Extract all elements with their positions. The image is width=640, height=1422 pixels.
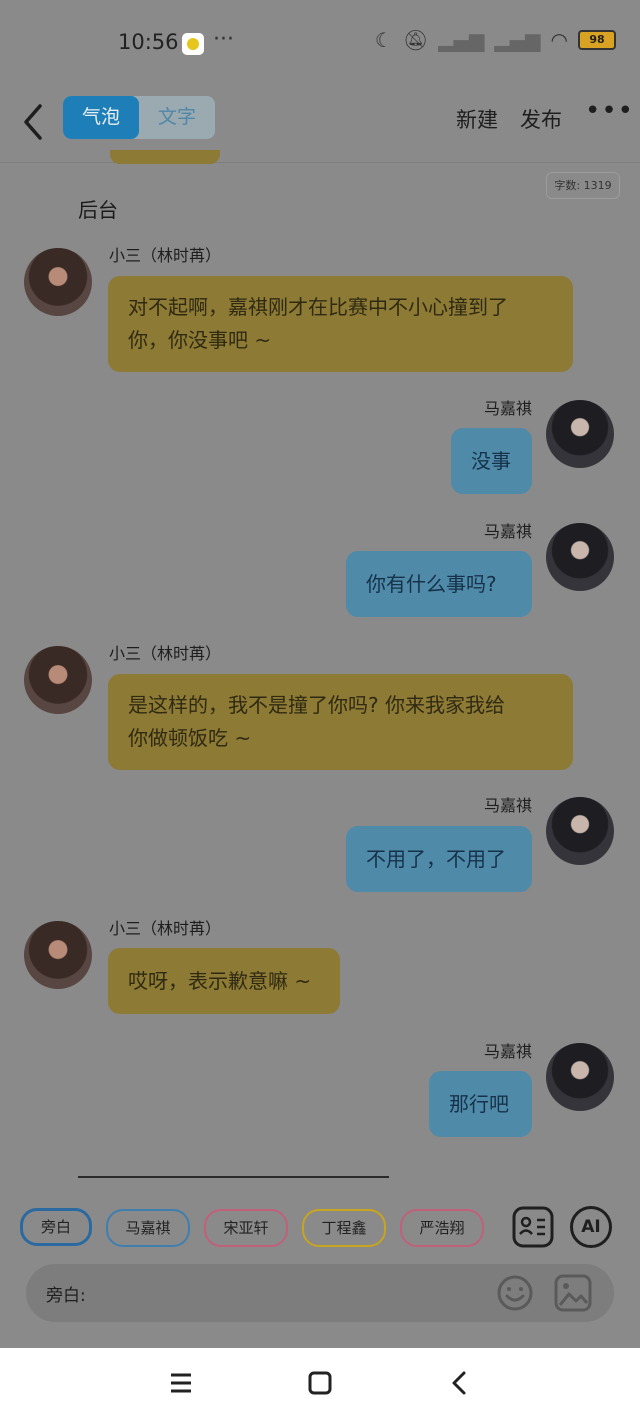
- message-bubble[interactable]: 你有什么事吗?: [346, 551, 532, 617]
- emoji-icon[interactable]: [496, 1274, 534, 1312]
- mode-segment: 气泡 文字: [63, 96, 215, 139]
- menu-icon[interactable]: [168, 1370, 194, 1396]
- new-button[interactable]: 新建: [456, 104, 498, 134]
- message-line: 你，你没事吧 ~: [128, 328, 272, 352]
- message-line: 你有什么事吗?: [366, 572, 497, 596]
- role-chip-ma-jiaqi[interactable]: 马嘉祺: [106, 1209, 190, 1247]
- more-notifications: ···: [213, 27, 234, 52]
- message-line: 哎呀，表示歉意嘛 ~: [128, 969, 312, 993]
- tab-text[interactable]: 文字: [139, 96, 215, 139]
- image-icon[interactable]: [554, 1274, 592, 1312]
- previous-bubble-edge: [110, 150, 220, 164]
- typing-line: [78, 1176, 389, 1178]
- signal-icon: ▂▄▆: [494, 28, 541, 52]
- message-line: 不用了，不用了: [366, 847, 506, 871]
- system-nav-bar: [0, 1348, 640, 1422]
- speaker-name: 马嘉祺: [483, 399, 532, 418]
- speaker-name: 小三（林时苒）: [109, 919, 222, 938]
- top-bar: 气泡 文字 新建 发布 •••: [0, 90, 640, 163]
- battery-icon: 98: [578, 30, 616, 50]
- nav-back-icon[interactable]: [446, 1370, 472, 1396]
- status-bar: 10:56 ··· ☾ 🔕︎ ▂▄▆ ▂▄▆ ◠ 98: [0, 0, 640, 90]
- message-bubble[interactable]: 没事: [451, 428, 532, 494]
- tab-bubble[interactable]: 气泡: [63, 96, 139, 139]
- message-bubble[interactable]: 那行吧: [429, 1071, 532, 1137]
- scene-label[interactable]: 后台: [78, 194, 118, 223]
- back-icon[interactable]: [18, 100, 52, 144]
- character-card-icon[interactable]: [512, 1206, 554, 1248]
- do-not-disturb-moon-icon: ☾: [374, 28, 393, 52]
- speaker-name: 马嘉祺: [483, 522, 532, 541]
- avatar[interactable]: [24, 921, 92, 989]
- message-line: 没事: [471, 449, 511, 473]
- app-notification-icon: [182, 33, 204, 55]
- input-bar[interactable]: 旁白:: [26, 1264, 614, 1322]
- avatar[interactable]: [546, 797, 614, 865]
- message-bubble[interactable]: 不用了，不用了: [346, 826, 532, 892]
- message-line: 那行吧: [449, 1092, 509, 1116]
- ai-button[interactable]: AI: [570, 1206, 612, 1248]
- role-chip-yan-haoxiang[interactable]: 严浩翔: [400, 1209, 484, 1247]
- input-role-label: 旁白:: [46, 1286, 86, 1306]
- role-chip-narrator[interactable]: 旁白: [20, 1208, 92, 1246]
- message-line: 你做顿饭吃 ~: [128, 726, 252, 750]
- signal-icon: ▂▄▆: [438, 28, 485, 52]
- home-square-icon[interactable]: [307, 1370, 333, 1396]
- speaker-name: 马嘉祺: [483, 1042, 532, 1061]
- publish-button[interactable]: 发布: [520, 104, 562, 134]
- avatar[interactable]: [546, 400, 614, 468]
- word-count-badge: 字数: 1319: [546, 172, 620, 199]
- role-chip-ding-chengxin[interactable]: 丁程鑫: [302, 1209, 386, 1247]
- speaker-name: 马嘉祺: [483, 796, 532, 815]
- more-options-button[interactable]: •••: [585, 96, 634, 126]
- avatar[interactable]: [24, 646, 92, 714]
- avatar[interactable]: [546, 1043, 614, 1111]
- status-time: 10:56: [118, 30, 179, 54]
- message-line: 对不起啊，嘉祺刚才在比赛中不小心撞到了: [128, 295, 508, 319]
- avatar[interactable]: [24, 248, 92, 316]
- speaker-name: 小三（林时苒）: [109, 644, 222, 663]
- message-bubble[interactable]: 哎呀，表示歉意嘛 ~: [108, 948, 340, 1014]
- avatar[interactable]: [546, 523, 614, 591]
- message-line: 是这样的，我不是撞了你吗? 你来我家我给: [128, 693, 505, 717]
- role-chip-song-yaxuan[interactable]: 宋亚轩: [204, 1209, 288, 1247]
- speaker-name: 小三（林时苒）: [109, 246, 222, 265]
- message-bubble[interactable]: 是这样的，我不是撞了你吗? 你来我家我给 你做顿饭吃 ~: [108, 674, 573, 770]
- mute-bell-icon: 🔕︎: [402, 28, 429, 52]
- status-icons: ☾ 🔕︎ ▂▄▆ ▂▄▆ ◠ 98: [375, 28, 616, 52]
- message-bubble[interactable]: 对不起啊，嘉祺刚才在比赛中不小心撞到了 你，你没事吧 ~: [108, 276, 573, 372]
- wifi-icon: ◠: [550, 28, 568, 52]
